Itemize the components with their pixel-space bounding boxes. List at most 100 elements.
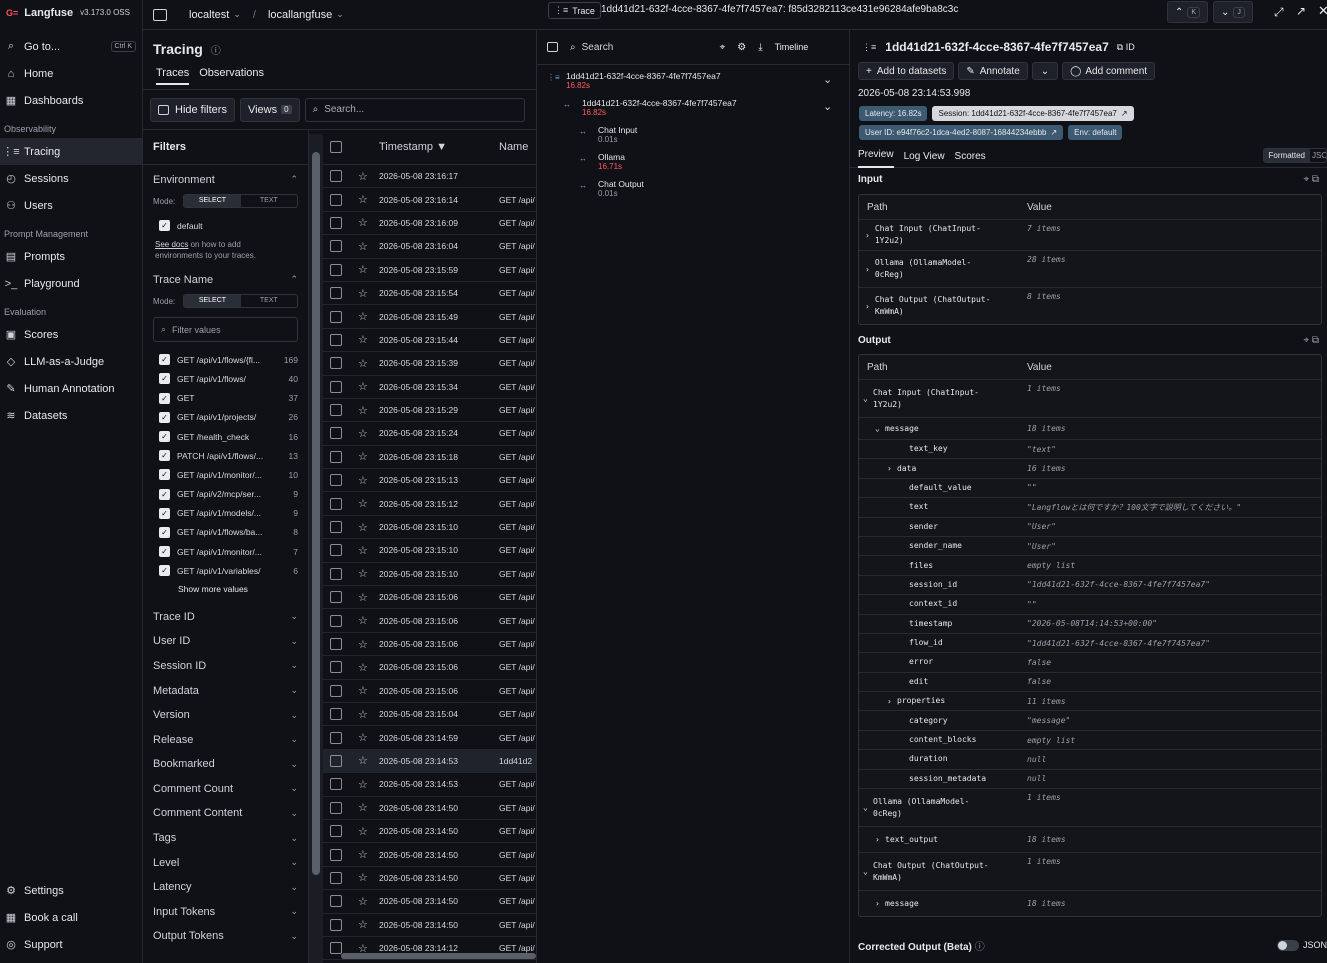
tree-node[interactable]: ↔ Ollama 16.71s <box>579 152 837 171</box>
scrollbar-thumb[interactable] <box>312 152 320 875</box>
table-row[interactable]: ☆ 2026-05-08 23:15:04 GET /api/ <box>323 703 536 727</box>
checkbox-checked-icon[interactable]: ✓ <box>159 526 170 538</box>
copy-id-button[interactable]: ⧉ ID <box>1117 42 1135 53</box>
table-row[interactable]: ☆ 2026-05-08 23:16:09 GET /api/ <box>323 212 536 236</box>
filter-trace-name[interactable]: Trace Name ⌃ <box>143 267 308 292</box>
table-row[interactable]: ☆ 2026-05-08 23:15:59 GET /api/ <box>323 259 536 282</box>
star-icon[interactable]: ☆ <box>349 848 379 861</box>
row-checkbox[interactable] <box>323 380 349 393</box>
star-icon[interactable]: ☆ <box>349 193 379 206</box>
copy-icon[interactable]: ⧉ <box>1312 335 1319 346</box>
external-link-icon[interactable]: ↗ <box>1296 4 1306 18</box>
chevron-right-icon[interactable]: › <box>875 899 885 908</box>
star-icon[interactable]: ☆ <box>349 567 379 580</box>
trace-name-value[interactable]: ✓ GET /api/v1/flows/ba... 8 <box>143 523 308 542</box>
star-icon[interactable]: ☆ <box>349 638 379 651</box>
formatted-option[interactable]: Formatted <box>1263 149 1310 162</box>
table-row[interactable]: ☆ 2026-05-08 23:15:10 GET /api/ <box>323 539 536 563</box>
star-icon[interactable]: ☆ <box>349 170 379 183</box>
trace-name-value[interactable]: ✓ GET /api/v1/projects/26 <box>143 408 308 427</box>
tab-log-view[interactable]: Log View <box>904 151 945 162</box>
star-icon[interactable]: ☆ <box>349 287 379 300</box>
checkbox-checked-icon[interactable]: ✓ <box>159 546 170 558</box>
row-checkbox[interactable] <box>323 310 349 323</box>
trace-name-value[interactable]: ✓ GET /api/v1/monitor/... 10 <box>143 465 308 484</box>
mode-text-option[interactable]: TEXT <box>241 295 297 307</box>
crosshair-icon[interactable]: ⌖ <box>720 42 726 53</box>
star-icon[interactable]: ☆ <box>349 544 379 557</box>
star-icon[interactable]: ☆ <box>349 521 379 534</box>
row-checkbox[interactable] <box>323 427 349 440</box>
row-checkbox[interactable] <box>323 521 349 534</box>
output-row[interactable]: › properties 11 items <box>859 691 1321 710</box>
chevron-down-icon[interactable]: ⌄ <box>823 73 832 86</box>
row-checkbox[interactable] <box>323 614 349 627</box>
checkbox-checked-icon[interactable]: ✓ <box>159 354 170 366</box>
star-icon[interactable]: ☆ <box>349 310 379 323</box>
annotate-button[interactable]: ✎ Annotate <box>958 62 1028 80</box>
output-row[interactable]: session_metadata null <box>859 768 1321 788</box>
table-row[interactable]: ☆ 2026-05-08 23:15:34 GET /api/ <box>323 376 536 399</box>
output-row[interactable]: content_blocks empty list <box>859 729 1321 749</box>
show-more-values-link[interactable]: Show more values <box>143 580 308 600</box>
trace-name-value[interactable]: ✓ GET /api/v1/monitor/... 7 <box>143 542 308 561</box>
star-icon[interactable]: ☆ <box>349 263 379 276</box>
output-row[interactable]: timestamp "2026-05-08T14:14:53+00:00" <box>859 613 1321 633</box>
filter-comment-content[interactable]: Comment Content ⌄ <box>143 801 308 826</box>
table-row[interactable]: ☆ 2026-05-08 23:15:18 GET /api/ <box>323 446 536 470</box>
row-checkbox[interactable] <box>323 895 349 908</box>
checkbox-checked-icon[interactable]: ✓ <box>159 411 170 423</box>
output-row[interactable]: ⌄ Chat Output (ChatOutput- KmWmA) 1 items <box>859 852 1321 890</box>
settings-sliders-icon[interactable]: ⚙ <box>737 42 746 53</box>
environment-value[interactable]: ✓ default <box>143 216 308 235</box>
row-checkbox[interactable] <box>323 263 349 276</box>
table-row[interactable]: ☆ 2026-05-08 23:14:50 GET /api/ <box>323 797 536 820</box>
corrected-json-toggle[interactable]: JSON <box>1276 939 1327 951</box>
hscrollbar-thumb[interactable] <box>341 953 536 959</box>
star-icon[interactable]: ☆ <box>349 684 379 697</box>
horizontal-scrollbar[interactable] <box>327 950 536 960</box>
filter-metadata[interactable]: Metadata ⌄ <box>143 678 308 703</box>
star-icon[interactable]: ☆ <box>349 380 379 393</box>
chevron-right-icon[interactable]: › <box>887 697 897 706</box>
table-row[interactable]: ☆ 2026-05-08 23:14:59 GET /api/ <box>323 726 536 750</box>
row-checkbox[interactable] <box>323 825 349 838</box>
session-badge[interactable]: Session: 1dd41d21-632f-4cce-8367-4fe7f74… <box>932 106 1134 121</box>
star-icon[interactable]: ☆ <box>349 404 379 417</box>
info-icon[interactable]: ⓘ <box>211 42 221 57</box>
sidebar-toggle-icon[interactable] <box>153 8 167 21</box>
next-trace-button[interactable]: ⌄ J <box>1213 1 1253 23</box>
table-row[interactable]: ☆ 2026-05-08 23:15:54 GET /api/ <box>323 282 536 306</box>
chevron-down-icon[interactable]: ⌄ <box>863 394 873 403</box>
tree-node[interactable]: ↔ Chat Output 0.01s <box>579 179 837 198</box>
star-icon[interactable]: ☆ <box>349 216 379 229</box>
user-badge[interactable]: User ID: e94f76c2-1dca-4ed2-8087-1684423… <box>859 125 1064 140</box>
row-checkbox[interactable] <box>323 404 349 417</box>
row-checkbox[interactable] <box>323 638 349 650</box>
star-icon[interactable]: ☆ <box>349 333 379 346</box>
prev-trace-button[interactable]: ⌃ K <box>1167 1 1209 23</box>
filter-latency[interactable]: Latency ⌄ <box>143 875 308 900</box>
copy-icon[interactable]: ⧉ <box>1312 174 1319 185</box>
table-row[interactable]: ☆ 2026-05-08 23:14:50 GET /api/ <box>323 820 536 844</box>
table-row[interactable]: ☆ 2026-05-08 23:15:06 GET /api/ <box>323 633 536 657</box>
download-icon[interactable]: ⤓ <box>758 42 762 53</box>
json-option[interactable]: JSON <box>1310 149 1326 162</box>
docs-link[interactable]: See docs <box>155 240 188 249</box>
row-checkbox[interactable] <box>323 661 349 674</box>
star-icon[interactable]: ☆ <box>349 731 379 744</box>
row-checkbox[interactable] <box>323 450 349 463</box>
output-row[interactable]: category "message" <box>859 710 1321 729</box>
star-icon[interactable]: ☆ <box>349 661 379 674</box>
sidebar-item-dashboards[interactable]: ▦ Dashboards <box>0 87 142 114</box>
row-checkbox[interactable] <box>323 591 349 604</box>
trace-name-value[interactable]: ✓ GET 37 <box>143 389 308 408</box>
filter-output-tokens[interactable]: Output Tokens ⌄ <box>143 924 308 949</box>
org-selector[interactable]: localtest ⌄ <box>189 9 241 21</box>
add-comment-button[interactable]: ◯ Add comment <box>1062 62 1156 80</box>
tree-node[interactable]: ↔ 1dd41d21-632f-4cce-8367-4fe7f7457ea7 16.… <box>563 98 837 117</box>
row-checkbox[interactable] <box>323 567 349 580</box>
row-checkbox[interactable] <box>323 848 349 861</box>
table-row[interactable]: ☆ 2026-05-08 23:15:13 GET /api/ <box>323 469 536 493</box>
checkbox-checked-icon[interactable]: ✓ <box>159 392 170 404</box>
